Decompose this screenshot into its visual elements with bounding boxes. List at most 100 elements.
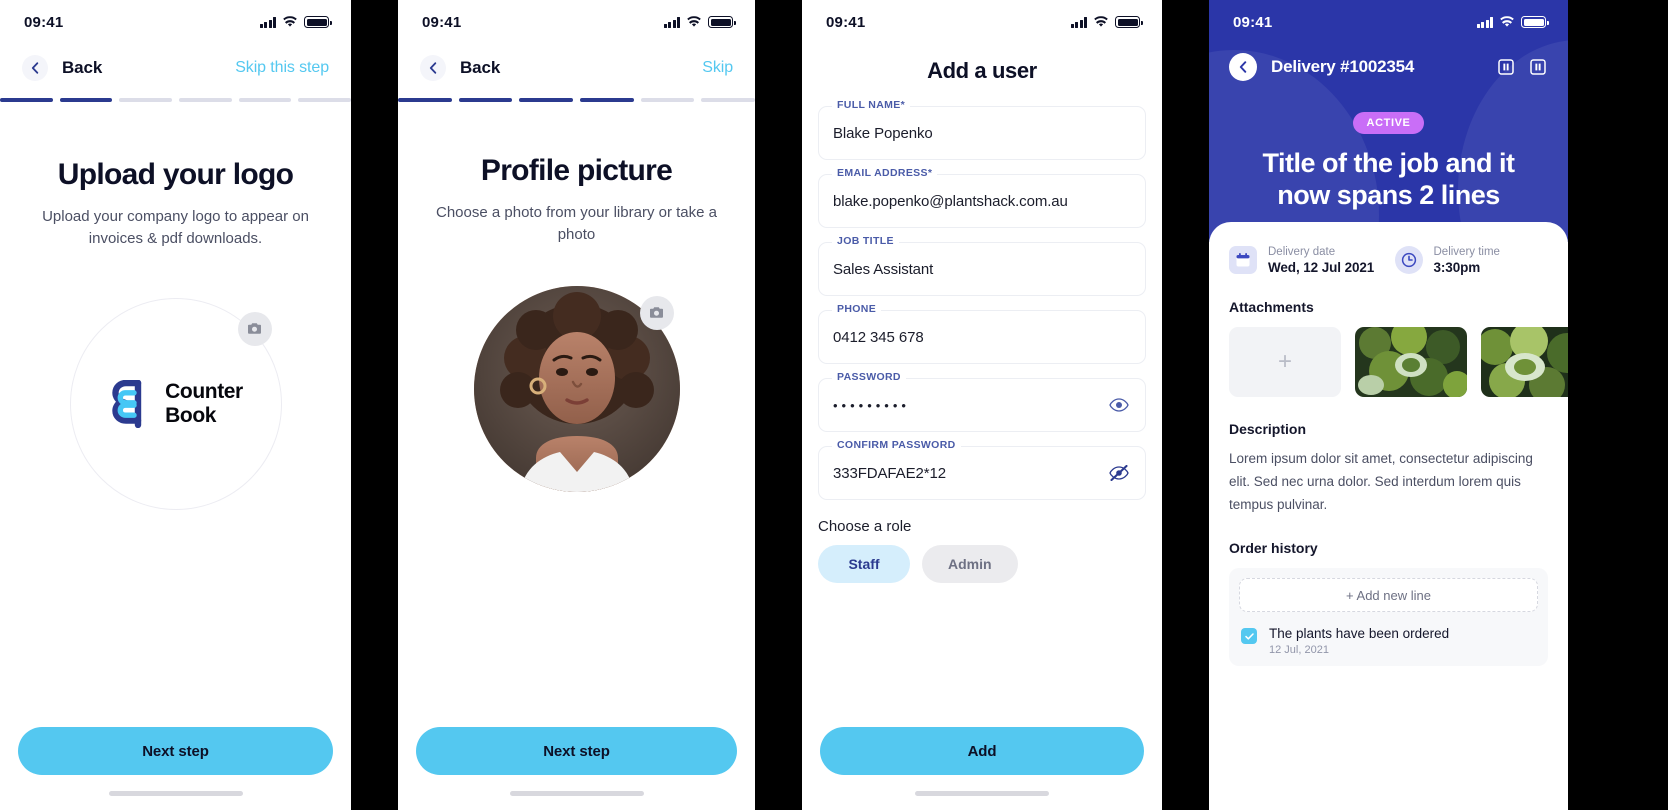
add-new-line-button[interactable]: + Add new line <box>1239 578 1538 613</box>
description-text: Lorem ipsum dolor sit amet, consectetur … <box>1229 450 1533 513</box>
camera-icon[interactable] <box>237 311 272 346</box>
clock-icon <box>1394 246 1423 275</box>
field-value: ••••••••• <box>833 397 910 413</box>
bottom-action-area: Add <box>802 727 1162 810</box>
back-button[interactable]: Back <box>22 55 102 81</box>
page-title: Delivery #1002354 <box>1271 57 1415 76</box>
battery-icon <box>708 16 736 28</box>
role-label: Choose a role <box>818 518 912 535</box>
role-option-admin[interactable]: Admin <box>922 545 1018 583</box>
description-heading: Description <box>1229 420 1307 437</box>
skip-button[interactable]: Skip <box>702 59 733 77</box>
field-value: Sales Assistant <box>833 260 934 278</box>
status-time: 09:41 <box>422 13 462 31</box>
email-field[interactable]: EMAIL ADDRESS* blake.popenko@plantshack.… <box>818 167 1146 228</box>
chevron-left-icon <box>420 55 446 81</box>
add-user-button[interactable]: Add <box>820 727 1144 775</box>
nav-bar: Back Skip this step <box>0 44 351 92</box>
stop-icon[interactable] <box>1528 57 1548 77</box>
next-step-button[interactable]: Next step <box>18 727 333 775</box>
screen-delivery-detail: 09:41 Delivery #1002354 ACTIVE Title of … <box>1209 0 1568 810</box>
page-subtitle: Choose a photo from your library or take… <box>436 204 717 243</box>
meta-value: 3:30pm <box>1433 259 1481 275</box>
meta-key: Delivery time <box>1433 245 1500 258</box>
eye-off-icon[interactable] <box>1107 461 1131 485</box>
password-field[interactable]: PASSWORD ••••••••• <box>818 371 1146 432</box>
role-option-staff[interactable]: Staff <box>818 545 910 583</box>
nav-bar: Back Skip <box>398 44 755 92</box>
status-time: 09:41 <box>1233 13 1273 31</box>
full-name-field[interactable]: FULL NAME* Blake Popenko <box>818 99 1146 160</box>
eye-icon[interactable] <box>1107 393 1131 417</box>
progress-step <box>59 98 113 102</box>
skip-button[interactable]: Skip this step <box>235 59 329 77</box>
chevron-left-icon <box>22 55 48 81</box>
back-button[interactable] <box>1229 53 1257 81</box>
status-indicators <box>259 16 332 28</box>
order-history-box: + Add new line The plants have been orde… <box>1229 568 1548 667</box>
delivery-time: Delivery time 3:30pm <box>1394 245 1549 275</box>
back-button[interactable]: Back <box>420 55 500 81</box>
order-history-heading: Order history <box>1229 540 1318 557</box>
meta-value: Wed, 12 Jul 2021 <box>1268 259 1375 275</box>
progress-steps <box>398 92 755 102</box>
history-date: 12 Jul, 2021 <box>1269 644 1329 657</box>
panel-gap <box>351 0 398 810</box>
role-selector: Staff Admin <box>802 535 1162 583</box>
wifi-icon <box>282 16 298 28</box>
logo-uploader[interactable]: Counter Book <box>69 297 282 510</box>
phone-field[interactable]: PHONE 0412 345 678 <box>818 303 1146 364</box>
confirm-password-field[interactable]: CONFIRM PASSWORD 333FDAFAE2*12 <box>818 439 1146 500</box>
counterbook-logo-icon <box>112 379 142 428</box>
wifi-icon <box>1499 16 1515 28</box>
meta-key: Delivery date <box>1268 245 1336 258</box>
cellular-signal-icon <box>663 16 680 28</box>
status-indicators <box>663 16 736 28</box>
wifi-icon <box>686 16 702 28</box>
back-label: Back <box>62 58 103 77</box>
attachment-thumbnail[interactable] <box>1355 326 1467 397</box>
delivery-hero: 09:41 Delivery #1002354 ACTIVE Title of … <box>1209 0 1568 242</box>
avatar-uploader[interactable] <box>473 285 680 492</box>
progress-step <box>458 98 513 102</box>
page-subtitle: Upload your company logo to appear on in… <box>42 208 309 247</box>
field-label: CONFIRM PASSWORD <box>832 439 961 451</box>
attachment-thumbnail[interactable] <box>1481 326 1568 397</box>
progress-step <box>0 98 53 102</box>
list-item[interactable]: The plants have been ordered 12 Jul, 202… <box>1239 612 1538 656</box>
progress-step <box>701 98 755 102</box>
status-time: 09:41 <box>826 13 866 31</box>
next-step-button[interactable]: Next step <box>416 727 737 775</box>
status-bar: 09:41 <box>398 0 755 44</box>
page-title: Profile picture <box>480 154 673 187</box>
page-title: Upload your logo <box>57 158 294 191</box>
brand-name: Counter Book <box>165 379 243 427</box>
battery-icon <box>1115 16 1143 28</box>
home-indicator <box>509 791 644 796</box>
progress-step <box>179 98 232 102</box>
field-value: Blake Popenko <box>833 124 933 142</box>
home-indicator <box>108 791 243 796</box>
job-title-field[interactable]: JOB TITLE Sales Assistant <box>818 235 1146 296</box>
hero-nav: Delivery #1002354 <box>1209 44 1568 90</box>
bottom-action-area: Next step <box>0 727 351 810</box>
pause-icon[interactable] <box>1496 57 1516 77</box>
history-text: The plants have been ordered <box>1269 626 1450 642</box>
progress-step <box>298 98 351 102</box>
screen-upload-logo: 09:41 Back Skip this step Upload your lo… <box>0 0 351 810</box>
progress-step <box>119 98 173 102</box>
cellular-signal-icon <box>1070 16 1087 28</box>
progress-step <box>519 98 574 102</box>
attachment-list: + <box>1229 326 1568 397</box>
status-badge: ACTIVE <box>1352 112 1425 134</box>
detail-sheet: Delivery date Wed, 12 Jul 2021 Delivery … <box>1209 221 1568 667</box>
calendar-icon <box>1229 246 1257 275</box>
check-icon <box>1241 628 1257 645</box>
progress-step <box>580 98 634 102</box>
field-label: PASSWORD <box>832 371 906 383</box>
back-label: Back <box>460 58 501 77</box>
job-title: Title of the job and it now spans 2 line… <box>1262 148 1516 210</box>
battery-icon <box>304 16 332 28</box>
camera-icon[interactable] <box>639 295 674 330</box>
add-attachment-button[interactable]: + <box>1229 326 1341 397</box>
